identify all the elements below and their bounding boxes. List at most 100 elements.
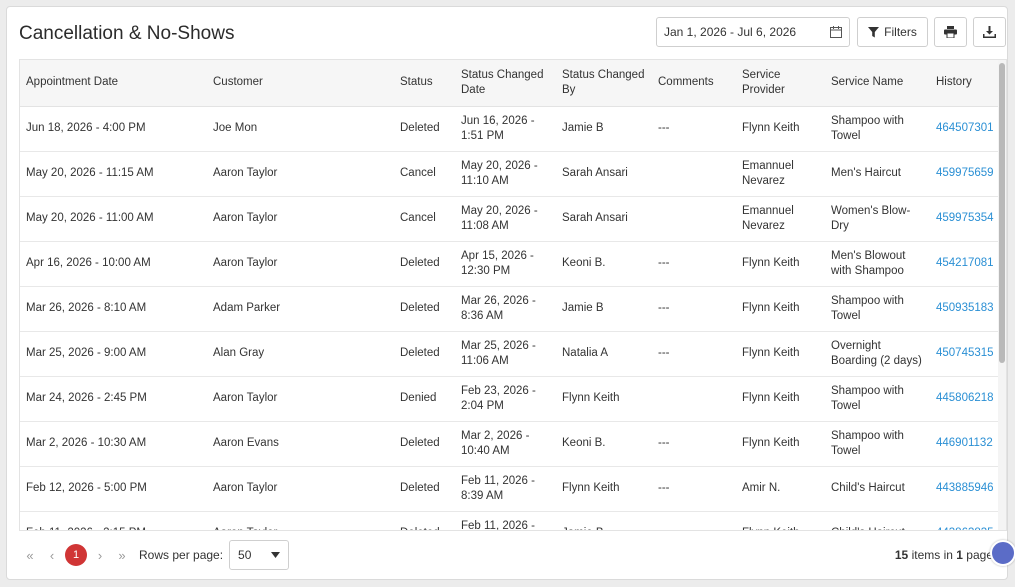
cell-service-provider: Amir N. xyxy=(736,466,825,512)
print-button[interactable] xyxy=(934,17,967,47)
column-header-status-changed-by[interactable]: Status Changed By xyxy=(556,60,652,107)
cell-comments xyxy=(652,151,736,197)
cell-status-changed-date: May 20, 2026 - 11:10 AM xyxy=(455,151,556,197)
table-row[interactable]: Feb 12, 2026 - 5:00 PM Aaron Taylor Delete… xyxy=(20,466,1000,512)
cell-comments: --- xyxy=(652,286,736,332)
cell-history: 443863835 xyxy=(930,511,1000,530)
history-link[interactable]: 450935183 xyxy=(936,302,994,314)
cell-service-provider: Emannuel Nevarez xyxy=(736,151,825,197)
cell-status-changed-by: Keoni B. xyxy=(556,241,652,287)
history-link[interactable]: 445806218 xyxy=(936,392,994,404)
column-header-status-changed-date[interactable]: Status Changed Date xyxy=(455,60,556,107)
cell-comments: --- xyxy=(652,241,736,287)
history-link[interactable]: 454217081 xyxy=(936,257,994,269)
filters-button[interactable]: Filters xyxy=(857,17,928,47)
cell-status-changed-by: Jamie B xyxy=(556,106,652,152)
cell-service-provider: Flynn Keith xyxy=(736,376,825,422)
cell-service-name: Men's Blowout with Shampoo xyxy=(825,241,930,287)
column-header-customer[interactable]: Customer xyxy=(207,60,394,107)
column-header-history[interactable]: History xyxy=(930,60,1000,107)
date-range-value: Jan 1, 2026 - Jul 6, 2026 xyxy=(664,25,797,39)
cell-customer: Adam Parker xyxy=(207,286,394,332)
cell-status: Deleted xyxy=(394,331,455,377)
table-row[interactable]: Mar 2, 2026 - 10:30 AM Aaron Evans Deleted… xyxy=(20,421,1000,467)
history-link[interactable]: 459975354 xyxy=(936,212,994,224)
rows-per-page-select[interactable]: 50 xyxy=(229,540,290,570)
cell-status-changed-date: Apr 15, 2026 - 12:30 PM xyxy=(455,241,556,287)
cell-status: Deleted xyxy=(394,511,455,530)
cell-comments: --- xyxy=(652,466,736,512)
cell-status-changed-by: Keoni B. xyxy=(556,421,652,467)
cancellations-table-container[interactable]: Appointment Date Customer Status Status … xyxy=(19,59,1007,531)
download-icon xyxy=(983,26,996,38)
column-header-comments[interactable]: Comments xyxy=(652,60,736,107)
history-link[interactable]: 459975659 xyxy=(936,167,994,179)
history-link[interactable]: 443885946 xyxy=(936,482,994,494)
page-text: page xyxy=(966,548,993,562)
table-row[interactable]: Mar 25, 2026 - 9:00 AM Alan Gray Deleted Ma… xyxy=(20,331,1000,377)
scrollbar-thumb[interactable] xyxy=(999,63,1005,363)
last-page-button[interactable]: » xyxy=(111,544,133,566)
cell-customer: Aaron Evans xyxy=(207,421,394,467)
column-header-status[interactable]: Status xyxy=(394,60,455,107)
history-link[interactable]: 446901132 xyxy=(936,437,993,449)
column-header-appointment-date[interactable]: Appointment Date xyxy=(20,60,207,107)
report-card: Cancellation & No-Shows Jan 1, 2026 - Ju… xyxy=(6,6,1008,580)
history-link[interactable]: 464507301 xyxy=(936,122,994,134)
history-link[interactable]: 450745315 xyxy=(936,347,994,359)
cell-appointment-date: Feb 12, 2026 - 5:00 PM xyxy=(20,466,207,512)
table-header-row: Appointment Date Customer Status Status … xyxy=(20,60,1000,107)
cell-history: 450935183 xyxy=(930,286,1000,332)
cell-status: Cancel xyxy=(394,196,455,242)
cell-service-name: Overnight Boarding (2 days) xyxy=(825,331,930,377)
items-count: 15 items in 1 page xyxy=(895,548,993,562)
cell-service-name: Child's Haircut xyxy=(825,466,930,512)
previous-page-button[interactable]: ‹ xyxy=(41,544,63,566)
print-icon xyxy=(944,26,957,38)
table-row[interactable]: May 20, 2026 - 11:00 AM Aaron Taylor Cance… xyxy=(20,196,1000,242)
cell-customer: Joe Mon xyxy=(207,106,394,152)
table-row[interactable]: Jun 18, 2026 - 4:00 PM Joe Mon Deleted Jun … xyxy=(20,106,1000,152)
cell-status-changed-date: Feb 11, 2026 - 8:39 AM xyxy=(455,466,556,512)
cell-service-provider: Flynn Keith xyxy=(736,106,825,152)
cell-status: Deleted xyxy=(394,466,455,512)
cell-status-changed-date: Mar 25, 2026 - 11:06 AM xyxy=(455,331,556,377)
cell-comments xyxy=(652,196,736,242)
table-row[interactable]: Mar 24, 2026 - 2:45 PM Aaron Taylor Denied… xyxy=(20,376,1000,422)
cell-appointment-date: May 20, 2026 - 11:00 AM xyxy=(20,196,207,242)
table-row[interactable]: Apr 16, 2026 - 10:00 AM Aaron Taylor Delet… xyxy=(20,241,1000,287)
table-row[interactable]: Mar 26, 2026 - 8:10 AM Adam Parker Deleted… xyxy=(20,286,1000,332)
column-header-service-name[interactable]: Service Name xyxy=(825,60,930,107)
date-range-picker[interactable]: Jan 1, 2026 - Jul 6, 2026 xyxy=(656,17,850,47)
cell-status: Deleted xyxy=(394,421,455,467)
chat-widget-icon[interactable] xyxy=(990,540,1015,566)
cell-history: 450745315 xyxy=(930,331,1000,377)
first-page-button[interactable]: « xyxy=(19,544,41,566)
cell-history: 459975659 xyxy=(930,151,1000,197)
chevron-down-icon xyxy=(271,552,281,558)
cell-appointment-date: Jun 18, 2026 - 4:00 PM xyxy=(20,106,207,152)
cell-status-changed-by: Sarah Ansari xyxy=(556,151,652,197)
table-row[interactable]: Feb 11, 2026 - 2:15 PMAaron TaylorDelete… xyxy=(20,511,1000,530)
cell-history: 459975354 xyxy=(930,196,1000,242)
cell-history: 443885946 xyxy=(930,466,1000,512)
cell-history: 454217081 xyxy=(930,241,1000,287)
cell-status-changed-date: Mar 26, 2026 - 8:36 AM xyxy=(455,286,556,332)
download-button[interactable] xyxy=(973,17,1006,47)
calendar-icon xyxy=(830,26,842,38)
cell-status-changed-date: Jun 16, 2026 - 1:51 PM xyxy=(455,106,556,152)
cell-status-changed-by: Natalia A xyxy=(556,331,652,377)
cell-comments: --- xyxy=(652,421,736,467)
cell-customer: Alan Gray xyxy=(207,331,394,377)
page-title: Cancellation & No-Shows xyxy=(19,23,235,44)
cell-service-name: Shampoo with Towel xyxy=(825,421,930,467)
cancellations-table: Appointment Date Customer Status Status … xyxy=(20,60,1000,530)
table-row[interactable]: May 20, 2026 - 11:15 AM Aaron Taylor Cance… xyxy=(20,151,1000,197)
next-page-button[interactable]: › xyxy=(89,544,111,566)
column-header-service-provider[interactable]: Service Provider xyxy=(736,60,825,107)
current-page-button[interactable]: 1 xyxy=(65,544,87,566)
cell-service-name: Women's Blow-Dry xyxy=(825,196,930,242)
pagination-bar: « ‹ 1 › » Rows per page: 50 15 items in … xyxy=(19,531,1007,579)
table-scrollbar[interactable] xyxy=(998,60,1006,530)
cell-status-changed-by: Jamie B xyxy=(556,286,652,332)
